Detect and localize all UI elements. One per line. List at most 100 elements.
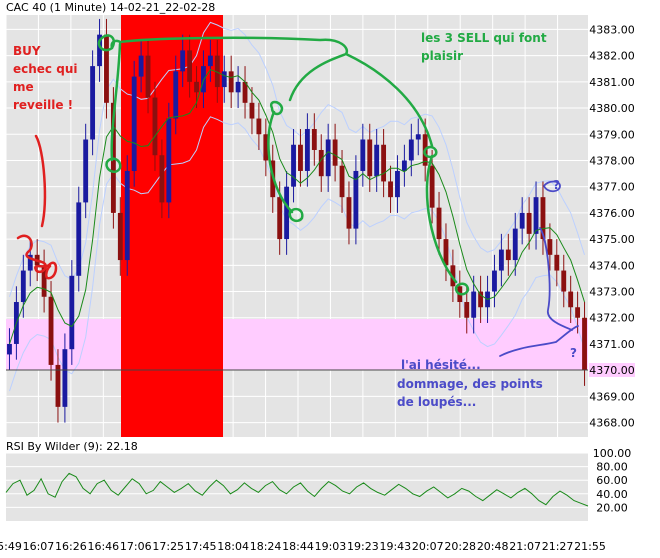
candle bbox=[575, 307, 581, 318]
candle bbox=[138, 55, 144, 77]
price-tick-label: 4380.00 bbox=[589, 102, 635, 115]
candle bbox=[311, 129, 317, 150]
price-tick-label: 4372.00 bbox=[589, 312, 635, 325]
candle bbox=[533, 197, 539, 234]
annotation-question: ? bbox=[570, 346, 577, 360]
candle bbox=[124, 170, 130, 261]
rsi-tick-label: 80.00 bbox=[596, 461, 628, 474]
price-tick-label: 4373.00 bbox=[589, 286, 635, 299]
candle bbox=[7, 343, 12, 355]
time-tick-label: 20:28 bbox=[444, 540, 476, 553]
candle bbox=[90, 66, 96, 140]
time-tick-label: 18:04 bbox=[217, 540, 249, 553]
time-tick-label: 21:07 bbox=[509, 540, 541, 553]
candle bbox=[325, 139, 331, 177]
candle bbox=[332, 139, 338, 166]
candle bbox=[180, 50, 186, 72]
candle bbox=[547, 239, 553, 255]
annotation-plaisir: plaisir bbox=[421, 49, 463, 63]
candle bbox=[512, 228, 518, 261]
annotation-sell: les 3 SELL qui font bbox=[421, 31, 547, 45]
candle bbox=[55, 364, 61, 407]
time-tick-label: 19:03 bbox=[315, 540, 347, 553]
rsi-tick-label: 100.00 bbox=[593, 447, 632, 460]
time-tick-label: 17:25 bbox=[152, 540, 184, 553]
candle bbox=[568, 291, 574, 308]
candle bbox=[145, 55, 151, 98]
candle bbox=[498, 249, 504, 271]
price-tick-label: 4374.00 bbox=[589, 259, 635, 272]
candle bbox=[429, 165, 435, 208]
time-tick-label: 18:24 bbox=[250, 540, 282, 553]
chart-window: 4368.00 4369.00 4370.00 4371.00 4372.00 4373.… bbox=[0, 0, 660, 558]
candle bbox=[381, 144, 387, 182]
candle bbox=[194, 81, 199, 93]
time-tick-label: 16:46 bbox=[87, 540, 119, 553]
time-tick-label: 16:07 bbox=[23, 540, 55, 553]
candle bbox=[401, 160, 407, 171]
candle bbox=[62, 349, 68, 407]
candle bbox=[228, 71, 234, 93]
candle bbox=[152, 97, 158, 156]
rsi-plot-area bbox=[6, 453, 588, 521]
chart-title: CAC 40 (1 Minute) 14-02-21_22-02-28 bbox=[6, 1, 215, 14]
annotation-echec: echec qui bbox=[13, 62, 77, 76]
time-tick-label: 18:44 bbox=[282, 540, 314, 553]
time-tick-label: 17:45 bbox=[185, 540, 217, 553]
candle bbox=[554, 254, 560, 271]
candle bbox=[388, 181, 393, 198]
candle bbox=[131, 76, 137, 171]
annotation-buy: BUY bbox=[13, 44, 41, 58]
annotation-hesite: l'ai hésité... bbox=[401, 358, 481, 372]
time-tick-label: 21:27 bbox=[542, 540, 574, 553]
rsi-title: RSI By Wilder (9): 22.18 bbox=[6, 440, 138, 453]
annotation-question-top: ? bbox=[553, 178, 560, 192]
candle bbox=[76, 202, 82, 276]
rsi-tick-label: 60.00 bbox=[596, 474, 628, 487]
price-tick-label: 4379.00 bbox=[589, 128, 635, 141]
time-axis: 15:4916:0716:2616:4617:0617:2517:4518:04… bbox=[0, 540, 606, 553]
candle bbox=[187, 50, 193, 82]
time-tick-label: 19:43 bbox=[379, 540, 411, 553]
candle bbox=[20, 270, 26, 303]
candle bbox=[277, 197, 283, 240]
time-tick-label: 15:49 bbox=[0, 540, 22, 553]
price-tick-label: 4382.00 bbox=[589, 50, 635, 63]
time-tick-label: 19:23 bbox=[347, 540, 379, 553]
candle bbox=[221, 71, 227, 88]
candle bbox=[159, 155, 165, 203]
candle bbox=[207, 55, 213, 67]
candle bbox=[201, 66, 206, 93]
time-tick-label: 17:06 bbox=[120, 540, 152, 553]
candle bbox=[69, 275, 75, 350]
annotation-reveille: reveille ! bbox=[13, 98, 73, 112]
candle bbox=[104, 34, 109, 103]
price-tick-label: 4375.00 bbox=[589, 233, 635, 246]
rsi-axis: 20.0040.0060.0080.00100.00 bbox=[593, 447, 632, 514]
candle bbox=[83, 139, 89, 203]
candle bbox=[374, 144, 380, 177]
candle bbox=[360, 139, 366, 171]
candle bbox=[291, 144, 296, 187]
time-tick-label: 20:48 bbox=[477, 540, 509, 553]
candle bbox=[48, 296, 54, 365]
time-tick-label: 21:55 bbox=[574, 540, 606, 553]
price-tick-label: 4368.00 bbox=[589, 417, 635, 430]
price-tick-label: 4369.00 bbox=[589, 390, 635, 403]
candle bbox=[436, 207, 442, 240]
candle bbox=[256, 118, 262, 135]
candle bbox=[526, 212, 532, 234]
time-tick-label: 16:26 bbox=[55, 540, 87, 553]
price-tick-label: 4381.00 bbox=[589, 76, 635, 89]
candle bbox=[505, 249, 511, 261]
candle bbox=[519, 212, 525, 229]
price-tick-label: 4376.00 bbox=[589, 207, 635, 220]
candle bbox=[582, 317, 587, 371]
rsi-tick-label: 40.00 bbox=[596, 488, 628, 501]
time-tick-label: 20:07 bbox=[412, 540, 444, 553]
price-tick-label: 4378.00 bbox=[589, 154, 635, 167]
candle bbox=[166, 118, 172, 203]
candle bbox=[235, 81, 241, 93]
price-tick-label: 4371.00 bbox=[589, 338, 635, 351]
annotation-dommage: dommage, des points bbox=[397, 377, 543, 391]
